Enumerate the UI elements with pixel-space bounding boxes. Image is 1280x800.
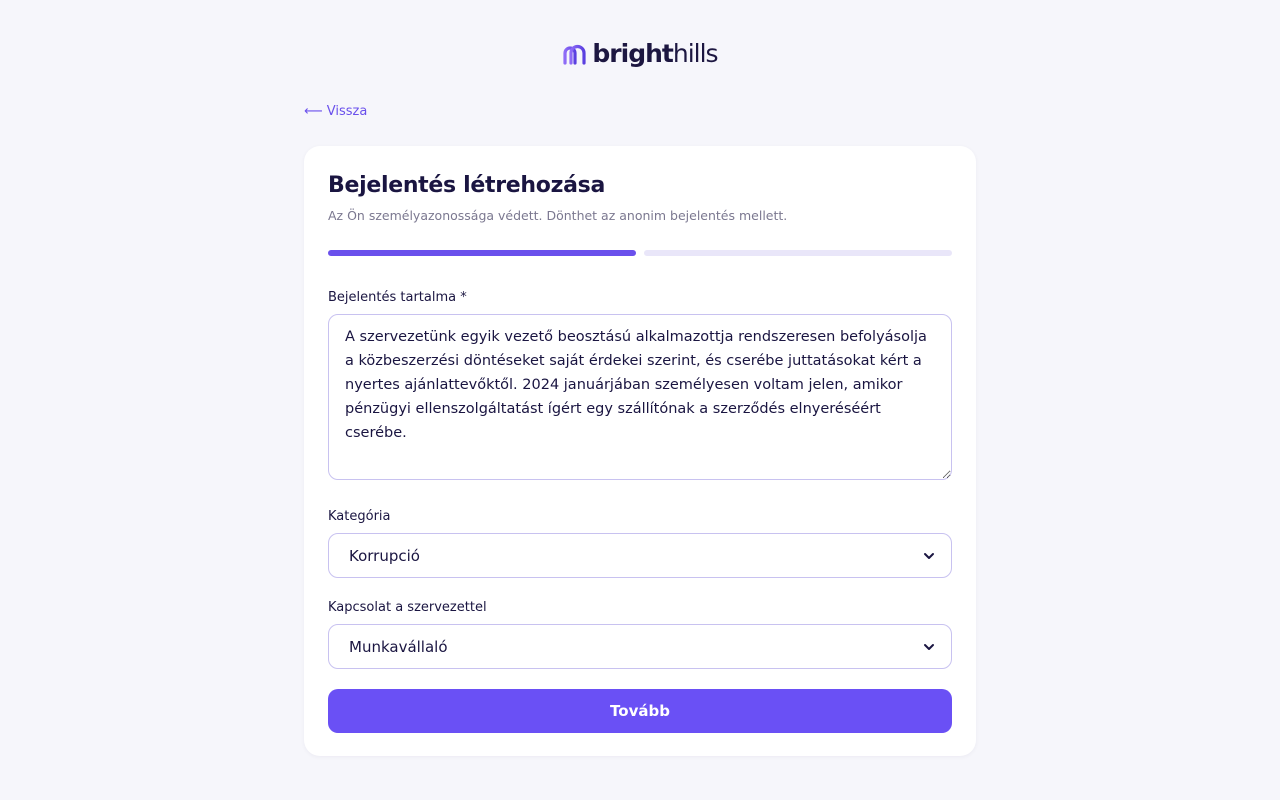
relationship-select[interactable]: Munkavállaló <box>328 624 952 669</box>
bridge-arch-icon <box>563 44 587 65</box>
report-content-textarea[interactable]: A szervezetünk egyik vezető beosztású al… <box>328 314 952 480</box>
page-subtitle: Az Ön személyazonossága védett. Dönthet … <box>328 208 788 223</box>
content-label: Bejelentés tartalma * <box>328 290 467 305</box>
relationship-label: Kapcsolat a szervezettel <box>328 600 487 615</box>
chevron-down-icon <box>924 552 934 559</box>
chevron-down-icon <box>924 643 934 650</box>
category-label: Kategória <box>328 509 391 524</box>
progress-step-2 <box>644 250 952 256</box>
next-button[interactable]: Tovább <box>328 689 952 733</box>
brand-name: brighthills <box>592 36 719 72</box>
brand-name-light: hills <box>672 39 719 68</box>
brand-name-bold: bright <box>592 39 673 68</box>
progress-step-1 <box>328 250 636 256</box>
back-link[interactable]: ⟵ Vissza <box>304 102 367 122</box>
relationship-selected-value: Munkavállaló <box>349 637 448 656</box>
category-selected-value: Korrupció <box>349 546 420 565</box>
category-select[interactable]: Korrupció <box>328 533 952 578</box>
report-form-card: Bejelentés létrehozása Az Ön személyazon… <box>304 146 976 756</box>
brand-logo: brighthills <box>0 36 1280 72</box>
page-title: Bejelentés létrehozása <box>328 173 605 198</box>
step-progress <box>328 250 952 256</box>
